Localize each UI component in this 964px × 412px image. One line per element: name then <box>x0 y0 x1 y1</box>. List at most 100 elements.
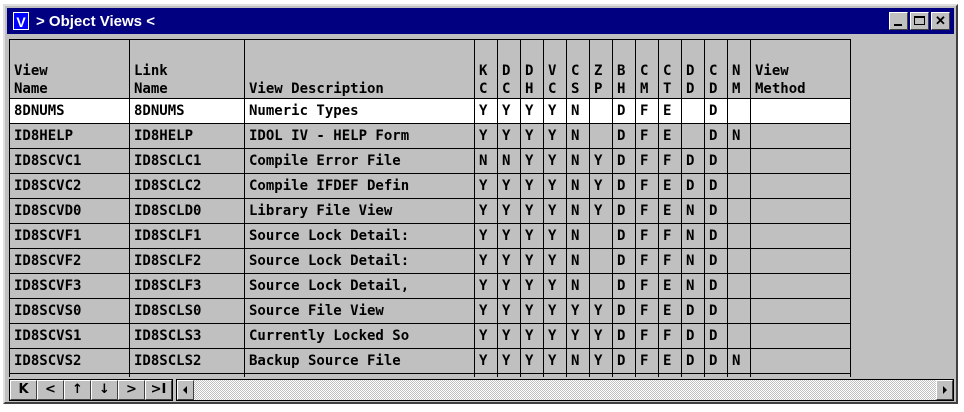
cell-bh[interactable]: D <box>612 198 636 224</box>
header-view-method[interactable]: View Method <box>750 39 851 99</box>
cell-view-method[interactable] <box>750 198 851 224</box>
cell-view-description[interactable]: IDOL IV - HELP Form <box>244 123 475 149</box>
minimize-button[interactable] <box>889 12 908 30</box>
header-cm[interactable]: CM <box>635 39 659 99</box>
cell-zp[interactable]: Y <box>589 298 613 324</box>
cell-dc[interactable]: Y <box>497 348 521 374</box>
header-cs[interactable]: CS <box>566 39 590 99</box>
table-row[interactable]: ID8SCVF3 ID8SCLF3 Source Lock Detail, Y Y Y Y N… <box>9 273 851 299</box>
cell-view-name[interactable]: ID8SCVF1 <box>9 223 130 249</box>
cell-view-description[interactable]: Source Lock Detail, <box>244 273 475 299</box>
cell-vc[interactable]: Y <box>543 248 567 274</box>
cell-kc[interactable]: Y <box>474 98 498 124</box>
table-row[interactable]: ID8SCVF2 ID8SCLF2 Source Lock Detail: Y Y Y Y N… <box>9 248 851 274</box>
cell-link-name[interactable]: ID8SCLS0 <box>129 298 245 324</box>
cell-dc[interactable]: Y <box>497 98 521 124</box>
cell-cd[interactable]: D <box>704 323 728 349</box>
cell-cd[interactable]: D <box>704 223 728 249</box>
cell-view-method[interactable] <box>750 148 851 174</box>
cell-kc[interactable]: Y <box>474 223 498 249</box>
cell-dh[interactable]: Y <box>520 323 544 349</box>
previous-record-button[interactable]: < <box>37 380 64 400</box>
cell-dh[interactable]: Y <box>520 273 544 299</box>
cell-zp[interactable]: Y <box>589 198 613 224</box>
cell-vc[interactable]: Y <box>543 123 567 149</box>
cell-cd[interactable]: D <box>704 273 728 299</box>
cell-view-description[interactable]: Backup Source File <box>244 348 475 374</box>
cell-dh[interactable]: Y <box>520 98 544 124</box>
cell-view-name[interactable]: ID8SCVS2 <box>9 348 130 374</box>
cell-zp[interactable]: Y <box>589 348 613 374</box>
cell-cm[interactable]: F <box>635 273 659 299</box>
cell-view-method[interactable] <box>750 323 851 349</box>
cell-bh[interactable]: D <box>612 148 636 174</box>
table-row[interactable]: ID8SCVF1 ID8SCLF1 Source Lock Detail: Y Y Y Y N… <box>9 223 851 249</box>
cell-dd[interactable]: N <box>681 248 705 274</box>
cell-nm[interactable] <box>727 323 751 349</box>
table-row[interactable]: ID8SCVS2 ID8SCLS2 Backup Source File Y Y Y Y N Y… <box>9 348 851 374</box>
cell-vc[interactable]: Y <box>543 348 567 374</box>
cell-dh[interactable]: Y <box>520 348 544 374</box>
cell-cm[interactable]: F <box>635 248 659 274</box>
cell-view-description[interactable]: Source Lock Detail: <box>244 223 475 249</box>
cell-zp[interactable] <box>589 273 613 299</box>
cell-view-method[interactable] <box>750 273 851 299</box>
cell-nm[interactable] <box>727 198 751 224</box>
header-vc[interactable]: VC <box>543 39 567 99</box>
cell-nm[interactable] <box>727 298 751 324</box>
cell-kc[interactable]: N <box>474 148 498 174</box>
cell-link-name[interactable]: ID8SCLS2 <box>129 348 245 374</box>
cell-view-description[interactable]: Currently Locked So <box>244 323 475 349</box>
cell-dc[interactable]: Y <box>497 273 521 299</box>
header-view-name[interactable]: View Name <box>9 39 130 99</box>
cell-ct[interactable]: F <box>658 248 682 274</box>
cell-cs[interactable]: N <box>566 98 590 124</box>
cell-cm[interactable]: F <box>635 323 659 349</box>
header-dc[interactable]: DC <box>497 39 521 99</box>
cell-dc[interactable]: Y <box>497 123 521 149</box>
last-record-button[interactable]: >I <box>145 380 172 400</box>
cell-view-name[interactable]: ID8HELP <box>9 123 130 149</box>
cell-cs[interactable]: N <box>566 248 590 274</box>
cell-dd[interactable]: D <box>681 148 705 174</box>
cell-bh[interactable]: D <box>612 323 636 349</box>
cell-cm[interactable]: F <box>635 98 659 124</box>
cell-nm[interactable]: N <box>727 348 751 374</box>
cell-cd[interactable]: D <box>704 98 728 124</box>
cell-cs[interactable]: N <box>566 173 590 199</box>
cell-zp[interactable]: Y <box>589 323 613 349</box>
cell-cs[interactable]: N <box>566 223 590 249</box>
cell-dd[interactable] <box>681 123 705 149</box>
cell-cd[interactable]: D <box>704 198 728 224</box>
cell-cm[interactable]: F <box>635 123 659 149</box>
cell-nm[interactable] <box>727 223 751 249</box>
cell-cm[interactable]: F <box>635 348 659 374</box>
header-ct[interactable]: CT <box>658 39 682 99</box>
scroll-right-button[interactable] <box>936 380 953 400</box>
cell-ct[interactable]: F <box>658 223 682 249</box>
cell-bh[interactable]: D <box>612 173 636 199</box>
cell-link-name[interactable]: ID8SCLC1 <box>129 148 245 174</box>
cell-kc[interactable]: Y <box>474 273 498 299</box>
cell-cm[interactable]: F <box>635 148 659 174</box>
cell-view-description[interactable]: Numeric Types <box>244 98 475 124</box>
cell-zp[interactable]: Y <box>589 173 613 199</box>
table-row[interactable]: ID8SCVC1 ID8SCLC1 Compile Error File N N Y Y N Y… <box>9 148 851 174</box>
cell-link-name[interactable]: ID8SCLC2 <box>129 173 245 199</box>
cell-kc[interactable]: Y <box>474 123 498 149</box>
scroll-left-button[interactable] <box>177 380 194 400</box>
cell-vc[interactable]: Y <box>543 323 567 349</box>
cell-dh[interactable]: Y <box>520 173 544 199</box>
header-link-name[interactable]: Link Name <box>129 39 245 99</box>
cell-dc[interactable]: Y <box>497 323 521 349</box>
cell-view-description[interactable]: Source File View <box>244 298 475 324</box>
cell-view-name[interactable]: ID8SCVD0 <box>9 198 130 224</box>
table-row[interactable]: ID8HELP ID8HELP IDOL IV - HELP Form Y Y Y Y N D… <box>9 123 851 149</box>
header-bh[interactable]: BH <box>612 39 636 99</box>
cell-cd[interactable]: D <box>704 248 728 274</box>
cell-kc[interactable]: Y <box>474 298 498 324</box>
cell-bh[interactable]: D <box>612 248 636 274</box>
cell-cd[interactable]: D <box>704 123 728 149</box>
table-row[interactable]: ID8SCVS1 ID8SCLS3 Currently Locked So Y Y Y Y Y… <box>9 323 851 349</box>
cell-cd[interactable]: D <box>704 348 728 374</box>
